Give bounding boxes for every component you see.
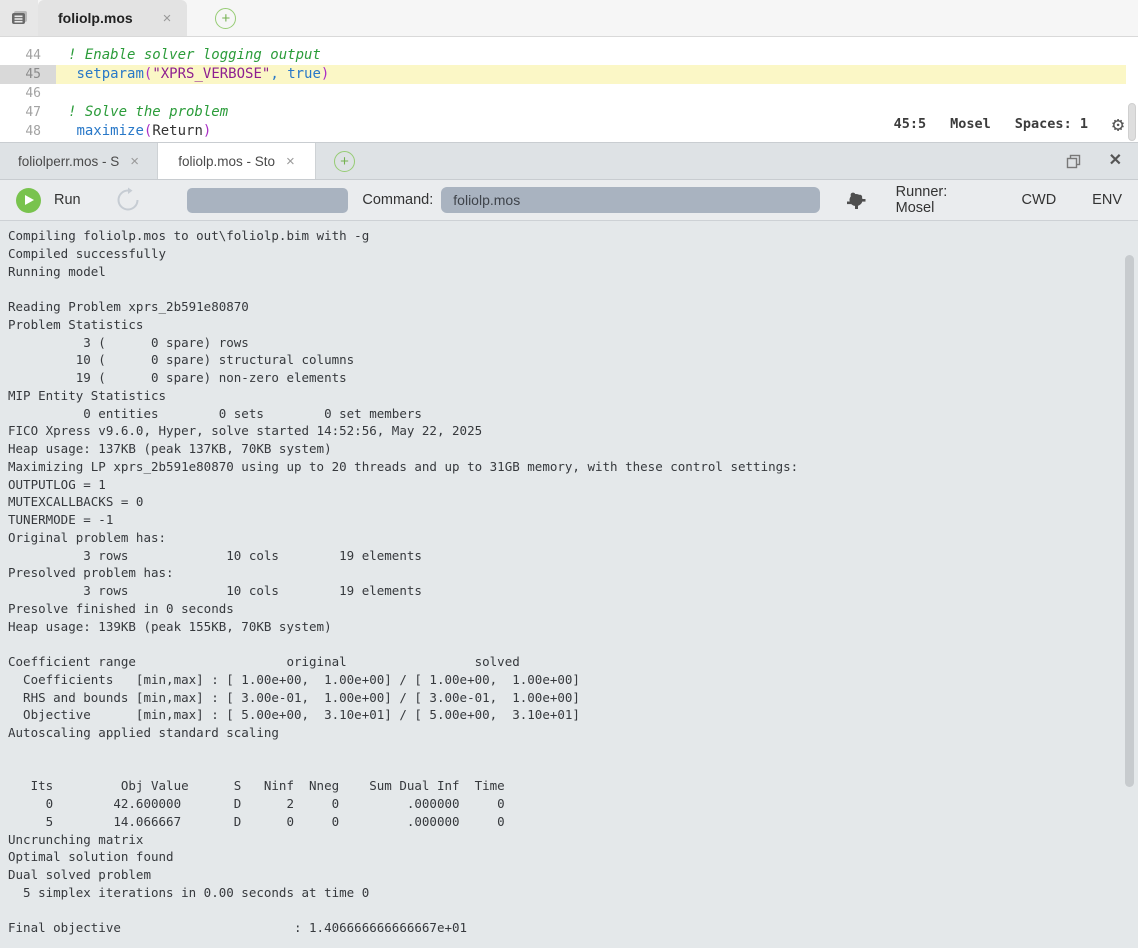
panel-window-controls: ✕ xyxy=(1066,143,1138,179)
debug-bug-icon[interactable] xyxy=(844,189,868,211)
tree-view-icon xyxy=(9,9,29,27)
editor-tab-bar: foliolp.mos × + xyxy=(0,0,1138,37)
toolbar-status-field[interactable] xyxy=(187,188,349,213)
language-mode[interactable]: Mosel xyxy=(950,116,991,132)
tab-foliolp-run[interactable]: foliolp.mos - Sto × xyxy=(158,143,316,179)
line-number: 46 xyxy=(0,84,56,103)
panel-tab-bar: foliolperr.mos - S × foliolp.mos - Sto ×… xyxy=(0,143,1138,180)
code-editor[interactable]: 44! Enable solver logging output45 setpa… xyxy=(0,37,1138,142)
console-scrollbar-thumb[interactable] xyxy=(1125,255,1134,787)
line-number: 48 xyxy=(0,122,56,141)
cursor-position[interactable]: 45:5 xyxy=(894,116,927,132)
editor-scrollbar-track[interactable] xyxy=(1126,37,1138,142)
tab-foliolp-mos[interactable]: foliolp.mos × xyxy=(38,0,187,36)
tab-label: foliolperr.mos - S xyxy=(18,154,119,169)
tab-close-icon[interactable]: × xyxy=(163,10,172,27)
code-text: setparam("XPRS_VERBOSE", true) xyxy=(56,65,1126,84)
code-text xyxy=(56,84,1126,103)
editor-status-bar: 45:5 Mosel Spaces: 1 ⚙ xyxy=(876,109,1124,139)
tree-view-toggle[interactable] xyxy=(0,0,38,36)
gear-icon[interactable]: ⚙ xyxy=(1112,114,1124,134)
close-panel-icon[interactable]: ✕ xyxy=(1109,153,1122,169)
run-button[interactable]: Run xyxy=(16,188,81,213)
code-line-46[interactable]: 46 xyxy=(0,84,1138,103)
command-input[interactable]: foliolp.mos xyxy=(441,187,819,213)
spaces-indicator[interactable]: Spaces: 1 xyxy=(1015,116,1088,132)
editor-scrollbar-thumb[interactable] xyxy=(1128,103,1136,141)
run-toolbar: Run Command: foliolp.mos Runner: Mosel C… xyxy=(0,180,1138,221)
play-icon xyxy=(16,188,41,213)
refresh-icon[interactable] xyxy=(115,187,141,213)
plus-icon: + xyxy=(340,154,349,169)
tab-close-icon[interactable]: × xyxy=(286,153,295,170)
env-button[interactable]: ENV xyxy=(1092,192,1122,208)
new-run-tab-button[interactable]: + xyxy=(334,151,355,172)
code-line-44[interactable]: 44! Enable solver logging output xyxy=(0,46,1138,65)
line-number: 47 xyxy=(0,103,56,122)
line-number: 45 xyxy=(0,65,56,84)
run-panel: foliolperr.mos - S × foliolp.mos - Sto ×… xyxy=(0,143,1138,948)
cwd-button[interactable]: CWD xyxy=(1022,192,1057,208)
line-number: 44 xyxy=(0,46,56,65)
editor-pane: foliolp.mos × + 44! Enable solver loggin… xyxy=(0,0,1138,143)
tab-label: foliolp.mos xyxy=(58,10,133,26)
code-text: ! Enable solver logging output xyxy=(56,46,1126,65)
tab-foliolperr-run[interactable]: foliolperr.mos - S × xyxy=(0,143,158,179)
command-label: Command: xyxy=(362,192,433,208)
plus-icon: + xyxy=(222,11,231,26)
code-line-45[interactable]: 45 setparam("XPRS_VERBOSE", true) xyxy=(0,65,1138,84)
runner-selector[interactable]: Runner: Mosel xyxy=(896,184,988,216)
tab-label: foliolp.mos - Sto xyxy=(178,154,275,169)
console-text: Compiling foliolp.mos to out\foliolp.bim… xyxy=(0,221,1138,937)
tab-close-icon[interactable]: × xyxy=(130,153,139,170)
restore-panel-icon[interactable] xyxy=(1066,154,1081,169)
console-output[interactable]: Compiling foliolp.mos to out\foliolp.bim… xyxy=(0,221,1138,948)
new-tab-button[interactable]: + xyxy=(215,8,236,29)
run-label: Run xyxy=(54,192,81,208)
